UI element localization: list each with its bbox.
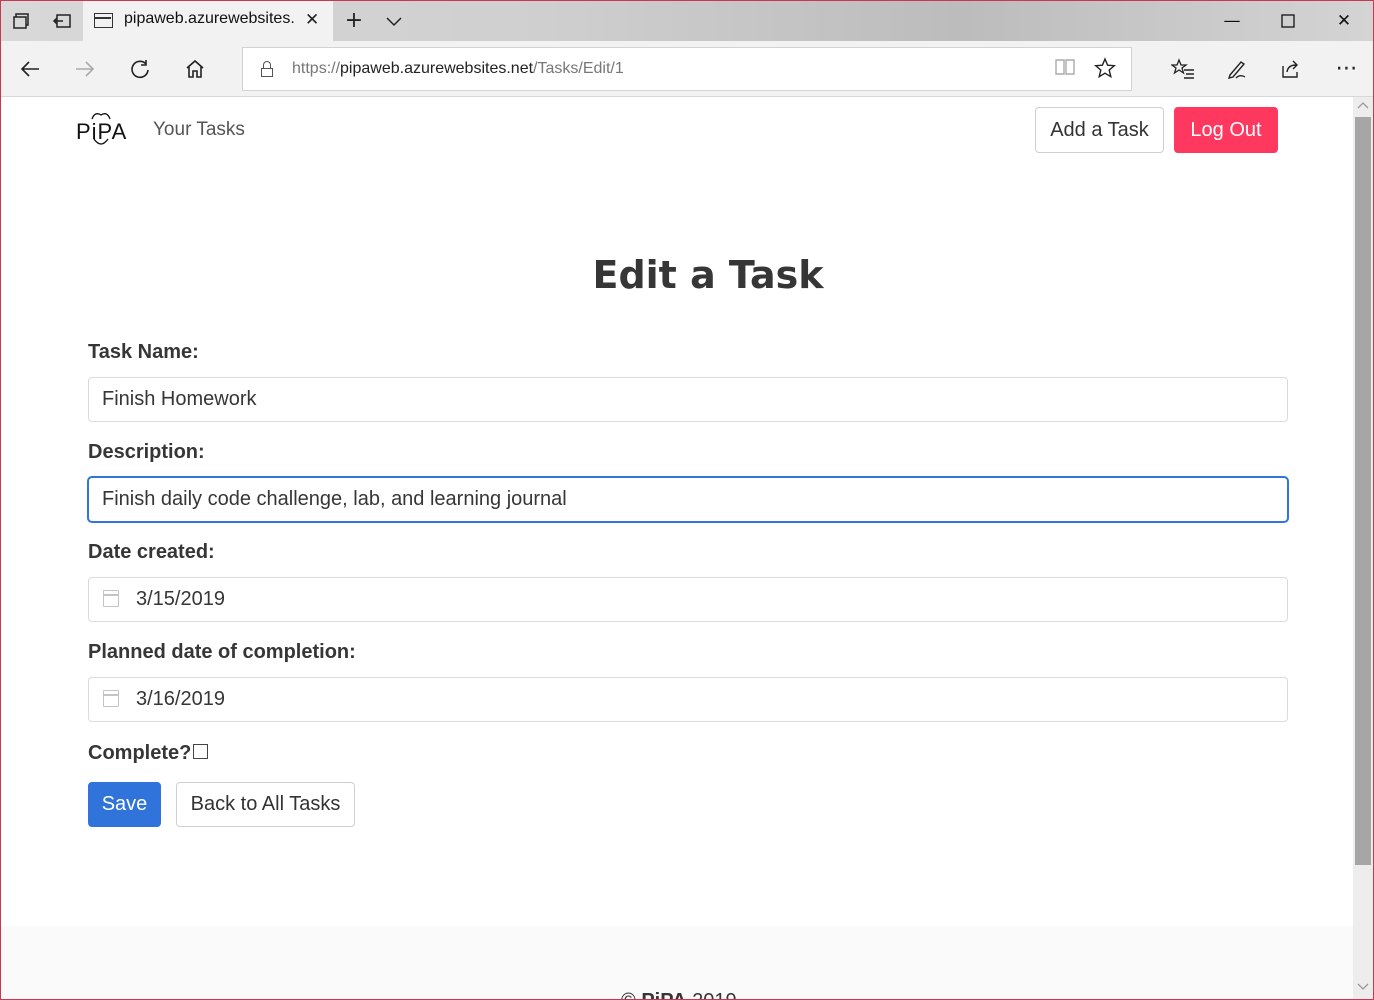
date-created-value: 3/15/2019 xyxy=(136,588,225,610)
planned-date-input[interactable]: 3/16/2019 xyxy=(88,677,1288,722)
date-created-input[interactable]: 3/15/2019 xyxy=(88,577,1288,622)
your-tasks-link[interactable]: Your Tasks xyxy=(153,119,245,141)
favorites-hub-icon[interactable] xyxy=(1169,55,1197,83)
close-window-icon[interactable]: ✕ xyxy=(1329,8,1359,34)
task-name-input[interactable]: Finish Homework xyxy=(88,377,1288,422)
calendar-icon[interactable] xyxy=(103,590,119,607)
page-icon xyxy=(94,13,113,28)
back-to-all-tasks-button[interactable]: Back to All Tasks xyxy=(176,782,355,827)
set-tabs-aside-icon[interactable] xyxy=(52,11,72,31)
new-tab-icon[interactable]: + xyxy=(344,10,364,32)
date-created-label: Date created: xyxy=(88,541,215,563)
close-tab-icon[interactable]: ✕ xyxy=(305,10,319,30)
scroll-up-icon[interactable] xyxy=(1355,99,1371,115)
footer-copyright: © PiPA 2019 xyxy=(621,990,737,999)
tab-bar: pipaweb.azurewebsites. ✕ + — ✕ xyxy=(1,1,1373,41)
more-options-icon[interactable]: ⋯ xyxy=(1333,55,1361,83)
maximize-icon[interactable] xyxy=(1273,8,1303,34)
favorite-star-icon[interactable] xyxy=(1093,57,1117,84)
calendar-icon[interactable] xyxy=(103,690,119,707)
refresh-icon[interactable] xyxy=(126,55,154,83)
web-page: PiPA Your Tasks Add a Task Log Out Edit … xyxy=(1,97,1353,999)
vertical-scrollbar[interactable] xyxy=(1353,97,1373,999)
complete-label: Complete? xyxy=(88,742,192,764)
active-tab[interactable]: pipaweb.azurewebsites. ✕ xyxy=(83,1,333,41)
tab-actions-icon[interactable] xyxy=(12,11,32,31)
address-bar[interactable]: https://pipaweb.azurewebsites.net/Tasks/… xyxy=(242,47,1132,91)
description-label: Description: xyxy=(88,441,205,463)
tab-title: pipaweb.azurewebsites. xyxy=(124,10,295,27)
browser-window: pipaweb.azurewebsites. ✕ + — ✕ https://p… xyxy=(0,0,1374,1000)
add-task-button[interactable]: Add a Task xyxy=(1035,107,1164,153)
scrollbar-thumb[interactable] xyxy=(1355,117,1371,865)
chevron-down-icon[interactable] xyxy=(384,11,404,31)
back-arrow-icon[interactable] xyxy=(16,55,44,83)
home-icon[interactable] xyxy=(181,55,209,83)
footer: © PiPA 2019 xyxy=(1,926,1353,999)
url-text[interactable]: https://pipaweb.azurewebsites.net/Tasks/… xyxy=(292,60,624,78)
planned-date-value: 3/16/2019 xyxy=(136,688,225,710)
browser-toolbar: https://pipaweb.azurewebsites.net/Tasks/… xyxy=(1,41,1373,97)
forward-arrow-icon[interactable] xyxy=(71,55,99,83)
planned-date-label: Planned date of completion: xyxy=(88,641,356,663)
description-input[interactable]: Finish daily code challenge, lab, and le… xyxy=(88,477,1288,522)
minimize-icon[interactable]: — xyxy=(1217,8,1247,34)
description-value: Finish daily code challenge, lab, and le… xyxy=(102,488,567,510)
share-icon[interactable] xyxy=(1277,55,1305,83)
pipa-logo[interactable]: PiPA xyxy=(76,109,126,149)
task-name-label: Task Name: xyxy=(88,341,199,363)
complete-checkbox[interactable] xyxy=(193,744,208,759)
page-title: Edit a Task xyxy=(592,253,824,297)
scroll-down-icon[interactable] xyxy=(1355,981,1371,997)
reading-view-icon[interactable] xyxy=(1054,57,1076,82)
lock-icon xyxy=(261,61,273,77)
task-name-value: Finish Homework xyxy=(102,388,257,410)
log-out-button[interactable]: Log Out xyxy=(1174,107,1278,153)
notes-pen-icon[interactable] xyxy=(1223,55,1251,83)
save-button[interactable]: Save xyxy=(88,782,161,827)
